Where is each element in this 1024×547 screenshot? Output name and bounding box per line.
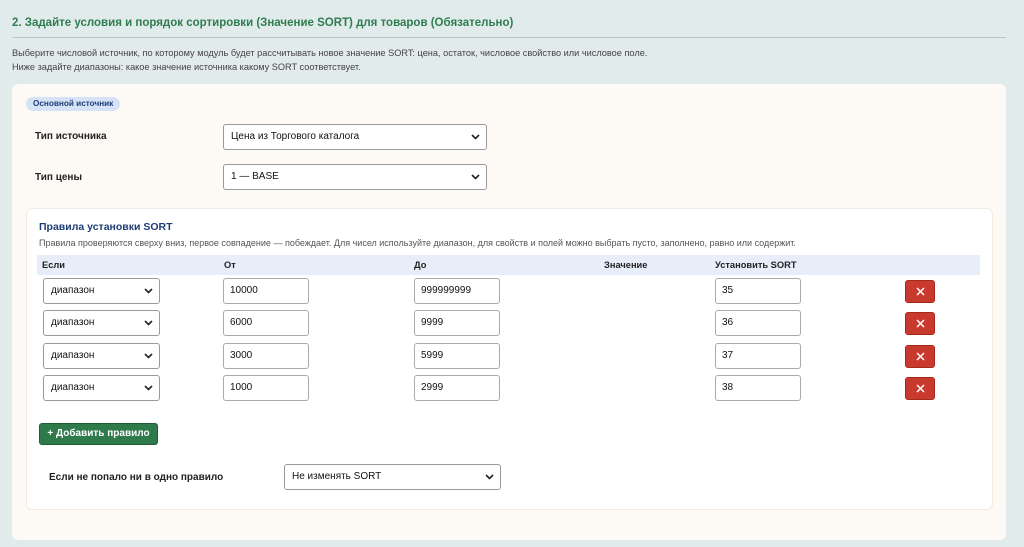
chevron-down-icon [485,465,494,489]
rule-condition-select[interactable]: диапазон [43,310,160,336]
section-description: Выберите числовой источник, по которому … [12,48,648,72]
rule-row: диапазон 3000 5999 37 [27,343,992,369]
rule-condition-select[interactable]: диапазон [43,375,160,401]
chevron-down-icon [471,165,480,189]
price-type-value: 1 — BASE [231,171,279,182]
fallback-label: Если не попало ни в одно правило [49,472,224,483]
chevron-down-icon [144,344,153,368]
rule-condition-value: диапазон [51,382,95,393]
source-type-value: Цена из Торгового каталога [231,131,360,142]
chevron-down-icon [144,376,153,400]
rule-sort-input[interactable]: 37 [715,343,801,369]
rules-note: Правила проверяются сверху вниз, первое … [39,238,796,248]
fallback-select[interactable]: Не изменять SORT [284,464,501,490]
rule-from-input[interactable]: 6000 [223,310,309,336]
rules-panel: Правила установки SORT Правила проверяют… [26,208,993,510]
rule-from-input[interactable]: 3000 [223,343,309,369]
fallback-value: Не изменять SORT [292,471,382,482]
rules-title: Правила установки SORT [39,221,173,233]
price-type-label: Тип цены [35,172,82,183]
delete-rule-button[interactable] [905,345,935,368]
chevron-down-icon [144,279,153,303]
rule-condition-value: диапазон [51,285,95,296]
rule-condition-select[interactable]: диапазон [43,343,160,369]
rules-table-header: Если От До Значение Установить SORT [37,255,980,275]
rule-to-input[interactable]: 2999 [414,375,500,401]
rule-to-input[interactable]: 5999 [414,343,500,369]
column-set-sort: Установить SORT [715,260,797,270]
rule-row: диапазон 10000 999999999 35 [27,278,992,304]
delete-rule-button[interactable] [905,377,935,400]
rule-to-input[interactable]: 9999 [414,310,500,336]
close-icon [915,287,925,296]
settings-card: Основной источник Тип источника Цена из … [12,84,1006,540]
chevron-down-icon [144,311,153,335]
section-title: 2. Задайте условия и порядок сортировки … [12,17,514,29]
rule-condition-value: диапазон [51,317,95,328]
delete-rule-button[interactable] [905,312,935,335]
column-to: До [414,260,427,270]
rule-from-input[interactable]: 1000 [223,375,309,401]
source-type-select[interactable]: Цена из Торгового каталога [223,124,487,150]
chevron-down-icon [471,125,480,149]
close-icon [915,352,925,361]
close-icon [915,384,925,393]
rule-condition-select[interactable]: диапазон [43,278,160,304]
source-type-label: Тип источника [35,131,107,142]
delete-rule-button[interactable] [905,280,935,303]
rule-from-input[interactable]: 10000 [223,278,309,304]
rule-sort-input[interactable]: 38 [715,375,801,401]
rule-sort-input[interactable]: 36 [715,310,801,336]
column-if: Если [42,260,65,270]
column-value: Значение [604,260,648,270]
column-from: От [224,260,236,270]
rule-row: диапазон 1000 2999 38 [27,375,992,401]
add-rule-button[interactable]: + Добавить правило [39,423,158,445]
price-type-select[interactable]: 1 — BASE [223,164,487,190]
section-divider [12,37,1006,38]
rule-sort-input[interactable]: 35 [715,278,801,304]
rule-condition-value: диапазон [51,350,95,361]
close-icon [915,319,925,328]
rule-to-input[interactable]: 999999999 [414,278,500,304]
rule-row: диапазон 6000 9999 36 [27,310,992,336]
source-badge: Основной источник [26,97,121,111]
